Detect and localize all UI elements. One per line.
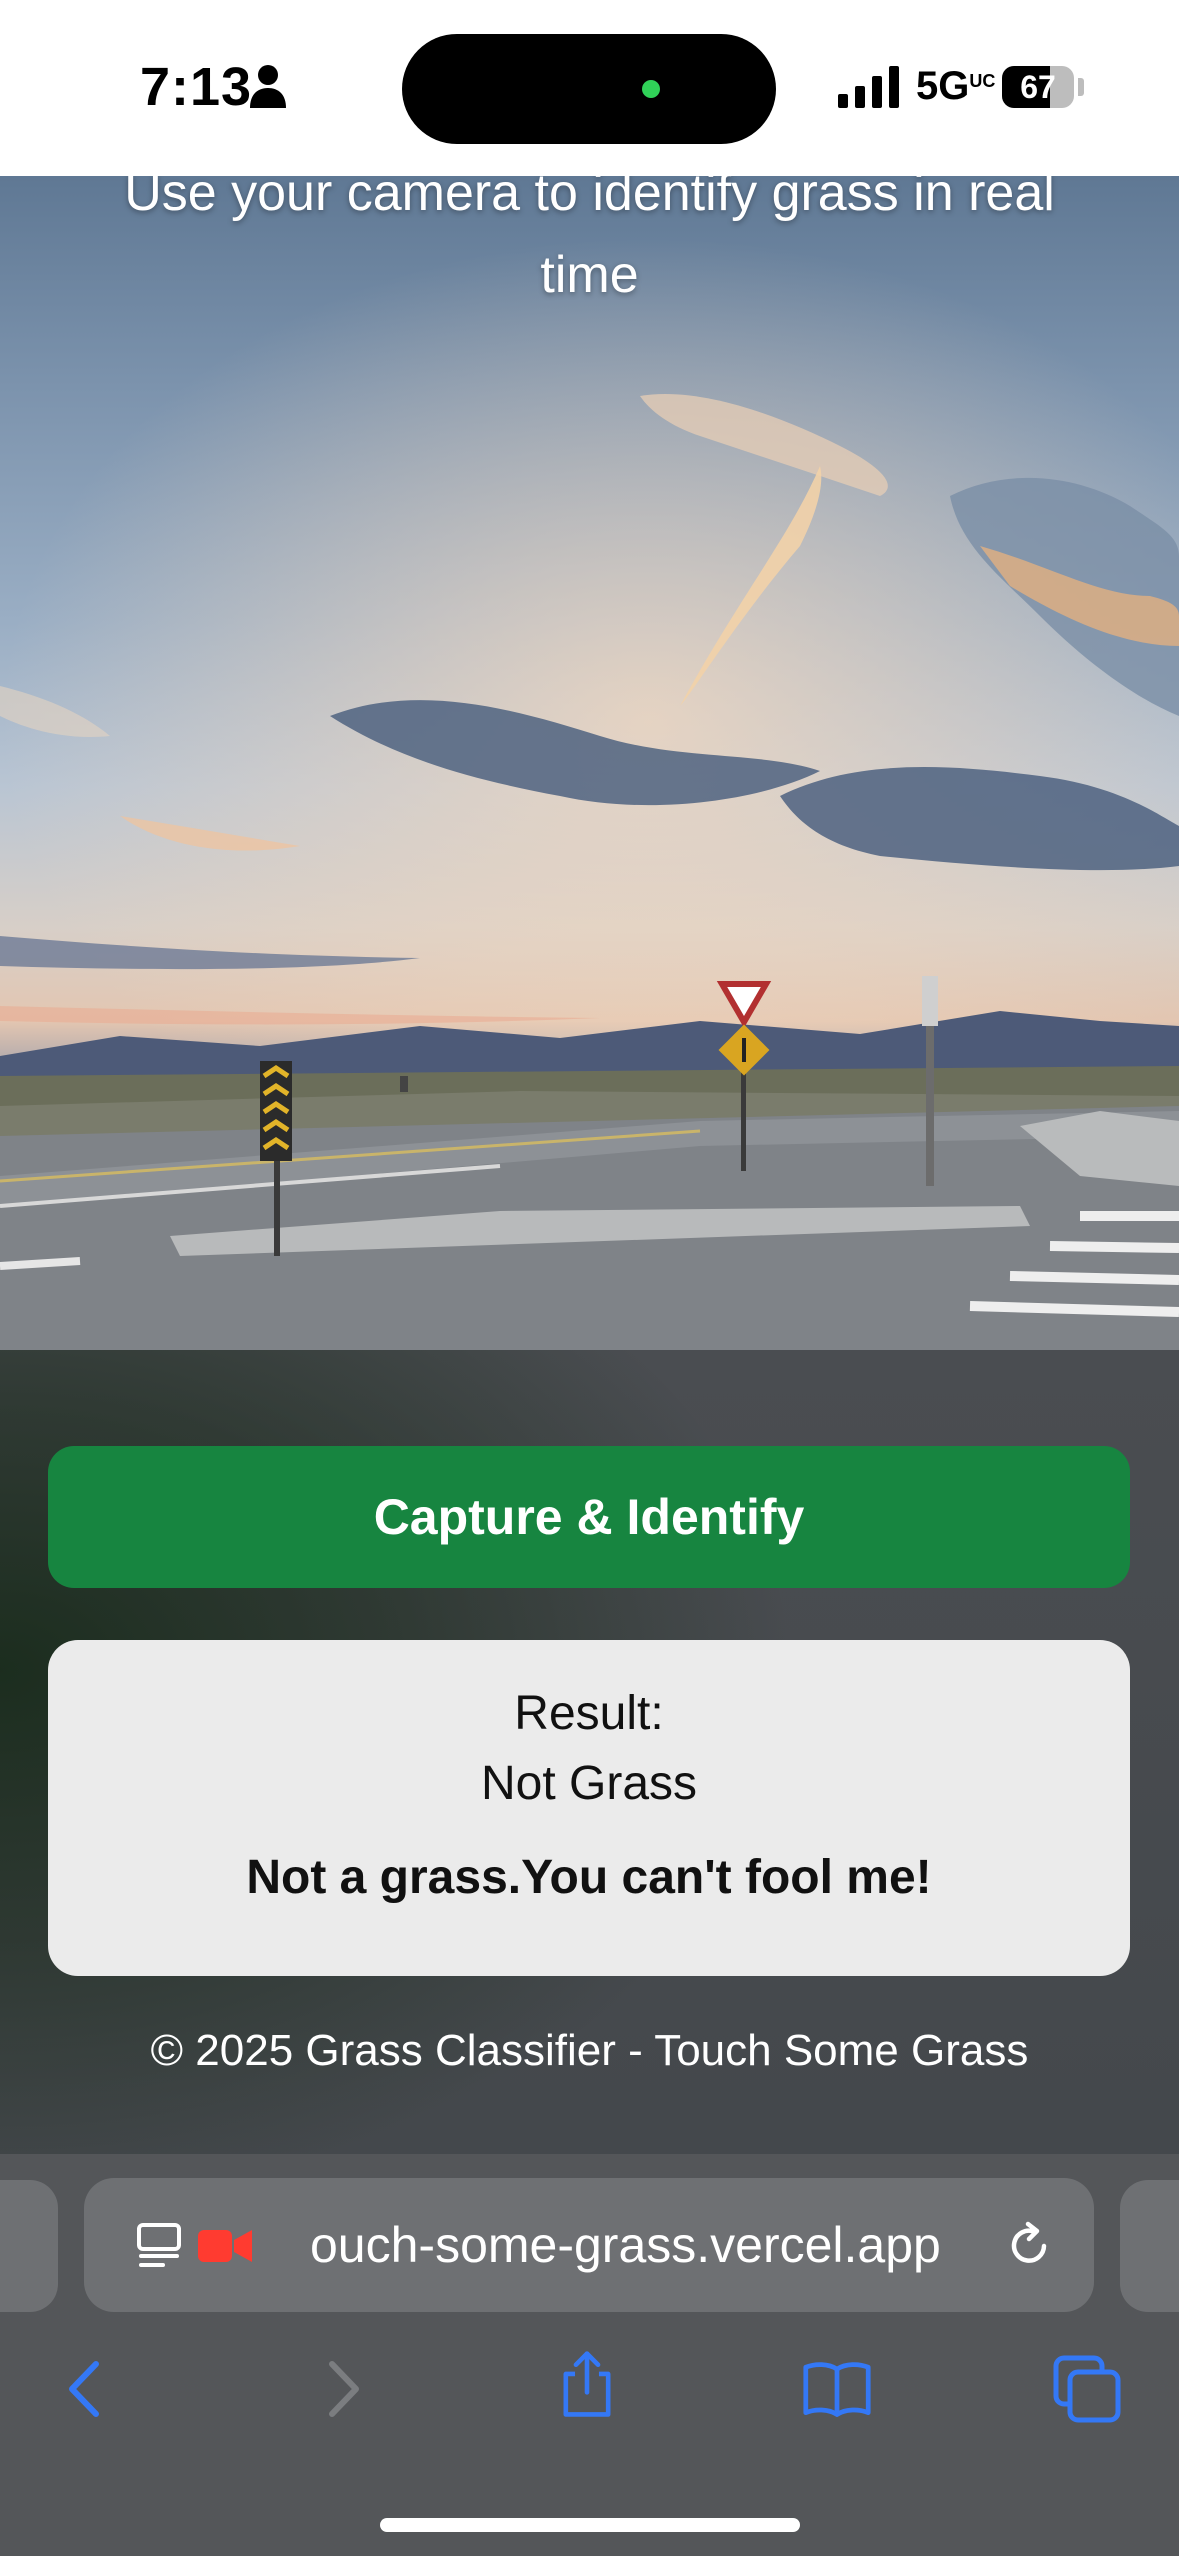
status-time: 7:13 xyxy=(140,57,253,117)
previous-tab-preview[interactable] xyxy=(0,2180,58,2312)
result-message: Not a grass.You can't fool me! xyxy=(246,1851,932,1904)
cellular-signal-icon xyxy=(838,66,899,108)
url-text[interactable]: ouch-some-grass.vercel.app xyxy=(310,2216,941,2274)
reader-icon[interactable] xyxy=(136,2222,184,2270)
page-subtitle: Use your camera to identify grass in rea… xyxy=(0,176,1179,316)
controls-section: Capture & Identify Result: Not Grass Not… xyxy=(0,1350,1179,2154)
person-icon xyxy=(250,65,286,108)
camera-recording-icon[interactable] xyxy=(198,2228,252,2264)
battery-percentage: 67 xyxy=(1020,68,1056,105)
home-indicator[interactable] xyxy=(380,2518,800,2532)
next-tab-preview[interactable] xyxy=(1120,2180,1179,2312)
network-type: 5GUC xyxy=(916,64,995,109)
capture-identify-button[interactable]: Capture & Identify xyxy=(48,1446,1130,1588)
battery-nub xyxy=(1078,78,1084,96)
network-suffix: UC xyxy=(969,71,996,91)
share-icon[interactable] xyxy=(552,2350,622,2420)
address-bar[interactable]: ouch-some-grass.vercel.app xyxy=(84,2178,1094,2312)
camera-feed[interactable]: Use your camera to identify grass in rea… xyxy=(0,176,1179,1350)
battery-icon: 67 xyxy=(1002,66,1074,108)
result-label: Result: xyxy=(514,1687,664,1740)
bookmarks-icon[interactable] xyxy=(802,2354,872,2424)
camera-scene xyxy=(0,176,1179,1350)
forward-icon[interactable] xyxy=(306,2354,376,2424)
browser-toolbar: ouch-some-grass.vercel.app xyxy=(0,2154,1179,2556)
network-label: 5G xyxy=(916,64,970,108)
reload-icon[interactable] xyxy=(1004,2220,1054,2270)
back-icon[interactable] xyxy=(52,2354,122,2424)
subtitle-line-1: Use your camera to identify grass in rea… xyxy=(124,176,1055,222)
tabs-icon[interactable] xyxy=(1052,2354,1122,2424)
result-value: Not Grass xyxy=(480,1757,698,1810)
camera-in-use-indicator xyxy=(642,80,660,98)
result-card: Result: Not Grass Not a grass.You can't … xyxy=(48,1640,1130,1976)
dynamic-island xyxy=(402,34,776,144)
footer-copyright: © 2025 Grass Classifier - Touch Some Gra… xyxy=(150,2026,1029,2075)
status-bar: 7:13 5GUC 67 xyxy=(0,0,1179,176)
subtitle-line-2: time xyxy=(540,246,639,304)
